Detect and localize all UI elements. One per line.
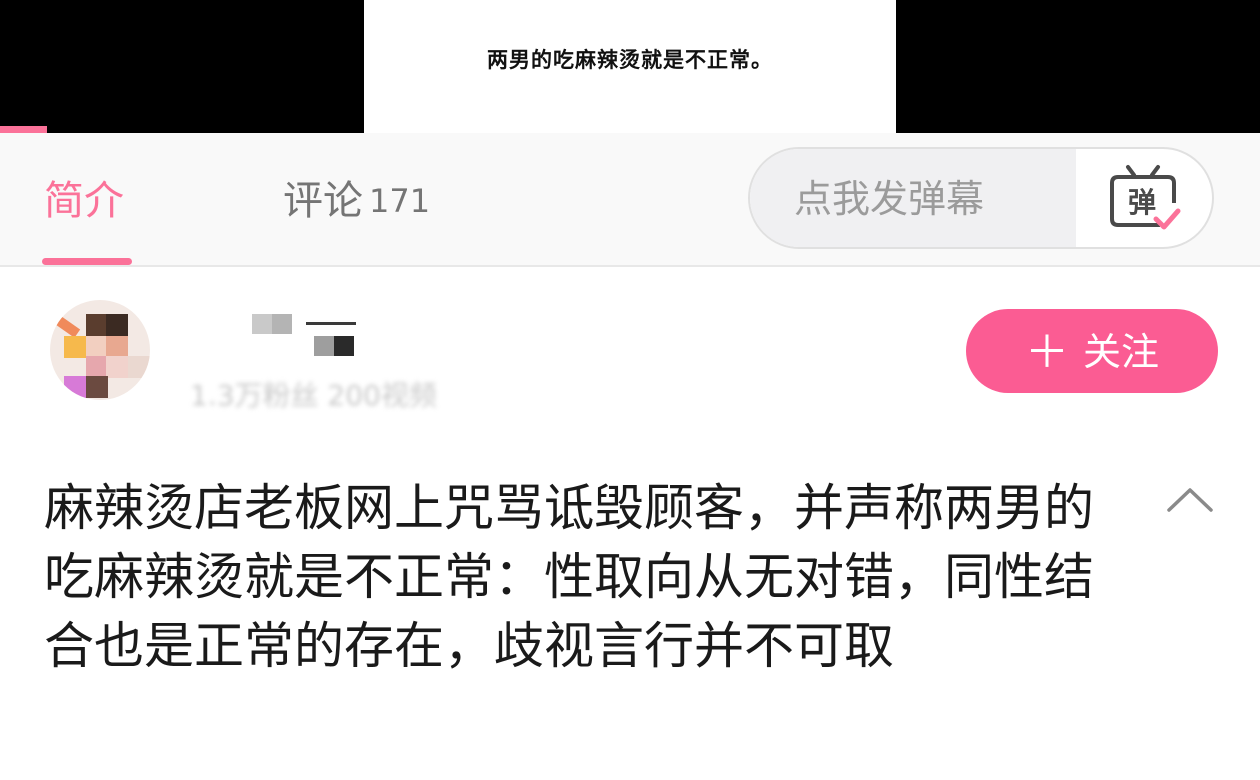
avatar-pixel [86, 376, 108, 398]
danmaku-toggle-glyph: 弹 [1128, 186, 1156, 219]
blur-block [272, 314, 292, 334]
blur-block [252, 314, 272, 334]
blur-block [334, 336, 354, 356]
uploader-name-blurred[interactable] [250, 312, 380, 362]
avatar-pixel [128, 356, 150, 378]
avatar-pixel [106, 314, 128, 336]
comment-count: 171 [369, 182, 431, 220]
video-title: 麻辣烫店老板网上咒骂诋毁顾客，并声称两男的吃麻辣烫就是不正常：性取向从无对错，同… [44, 479, 1094, 675]
chevron-up-icon[interactable] [1166, 484, 1214, 514]
avatar-pixel [106, 336, 128, 358]
avatar-pixel [106, 356, 128, 378]
follow-button[interactable]: ＋ 关注 [966, 309, 1218, 393]
danmaku-toggle-button[interactable]: 弹 [1076, 149, 1212, 247]
tab-comments[interactable]: 评论 171 [283, 173, 430, 229]
danmaku-bar: 弹 [748, 147, 1214, 249]
tab-intro[interactable]: 简介 [44, 173, 124, 229]
video-progress-bar[interactable] [0, 126, 47, 133]
plus-icon: ＋ [1024, 327, 1069, 378]
avatar-pixel [86, 336, 108, 358]
danmaku-input[interactable] [750, 149, 1076, 247]
blur-block [306, 322, 356, 325]
avatar-pixel [86, 314, 108, 336]
danmaku-toggle-icon: 弹 [1110, 165, 1181, 230]
tab-intro-label: 简介 [44, 178, 124, 224]
tab-comments-label: 评论 [283, 178, 363, 224]
follow-label: 关注 [1082, 330, 1159, 374]
avatar-pixel [86, 356, 108, 378]
avatar-pixel [64, 336, 86, 358]
blur-block [314, 336, 334, 356]
avatar-pixel [64, 376, 86, 398]
active-tab-indicator [42, 258, 132, 265]
video-player[interactable]: 两男的吃麻辣烫就是不正常。 [0, 0, 1260, 133]
uploader-stats-blurred: 1.3万粉丝 200视频 [190, 379, 437, 412]
avatar-pixel [50, 312, 81, 338]
video-frame: 两男的吃麻辣烫就是不正常。 [364, 0, 896, 133]
uploader-avatar[interactable] [50, 300, 150, 400]
video-caption: 两男的吃麻辣烫就是不正常。 [487, 47, 773, 72]
